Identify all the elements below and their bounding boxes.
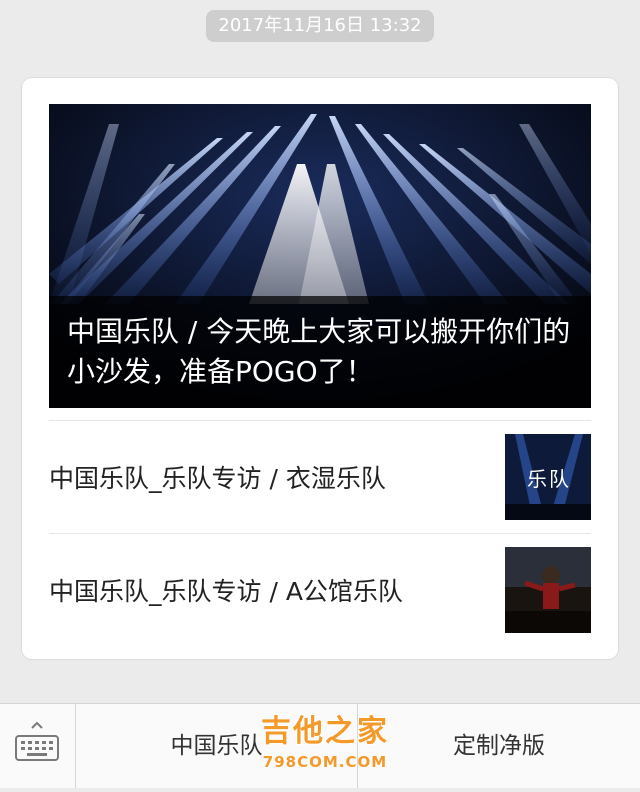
list-item-article-1[interactable]: 中国乐队_乐队专访 / 衣湿乐队 乐 队 [49, 421, 591, 533]
menu-item-label: 定制净版 [453, 733, 545, 759]
bottom-menu-bar: 中国乐队 定制净版 [0, 703, 640, 788]
article-title: 中国乐队_乐队专访 / 衣湿乐队 [49, 464, 386, 493]
svg-text:乐: 乐 [527, 467, 547, 491]
article-card: 中国乐队 / 今天晚上大家可以搬开你们的小沙发，准备POGO了！ 中国乐队_乐队… [22, 78, 618, 659]
menu-item-band[interactable]: 中国乐队 [76, 704, 357, 788]
svg-text:队: 队 [549, 467, 569, 491]
keyboard-toggle-button[interactable] [0, 704, 75, 788]
article-thumbnail: 乐 队 [505, 434, 591, 520]
article-thumbnail [505, 547, 591, 633]
timestamp-row: 2017年11月16日 13:32 [0, 10, 640, 42]
list-item-article-2[interactable]: 中国乐队_乐队专访 / A公馆乐队 [49, 534, 591, 646]
menu-item-custom-version[interactable]: 定制净版 [358, 704, 640, 788]
main-article[interactable]: 中国乐队 / 今天晚上大家可以搬开你们的小沙发，准备POGO了！ [49, 104, 591, 408]
article-title: 中国乐队_乐队专访 / A公馆乐队 [49, 577, 403, 606]
message-timestamp: 2017年11月16日 13:32 [206, 10, 434, 42]
keyboard-icon [15, 721, 59, 761]
menu-item-label: 中国乐队 [170, 733, 263, 759]
main-article-title: 中国乐队 / 今天晚上大家可以搬开你们的小沙发，准备POGO了！ [67, 315, 571, 388]
